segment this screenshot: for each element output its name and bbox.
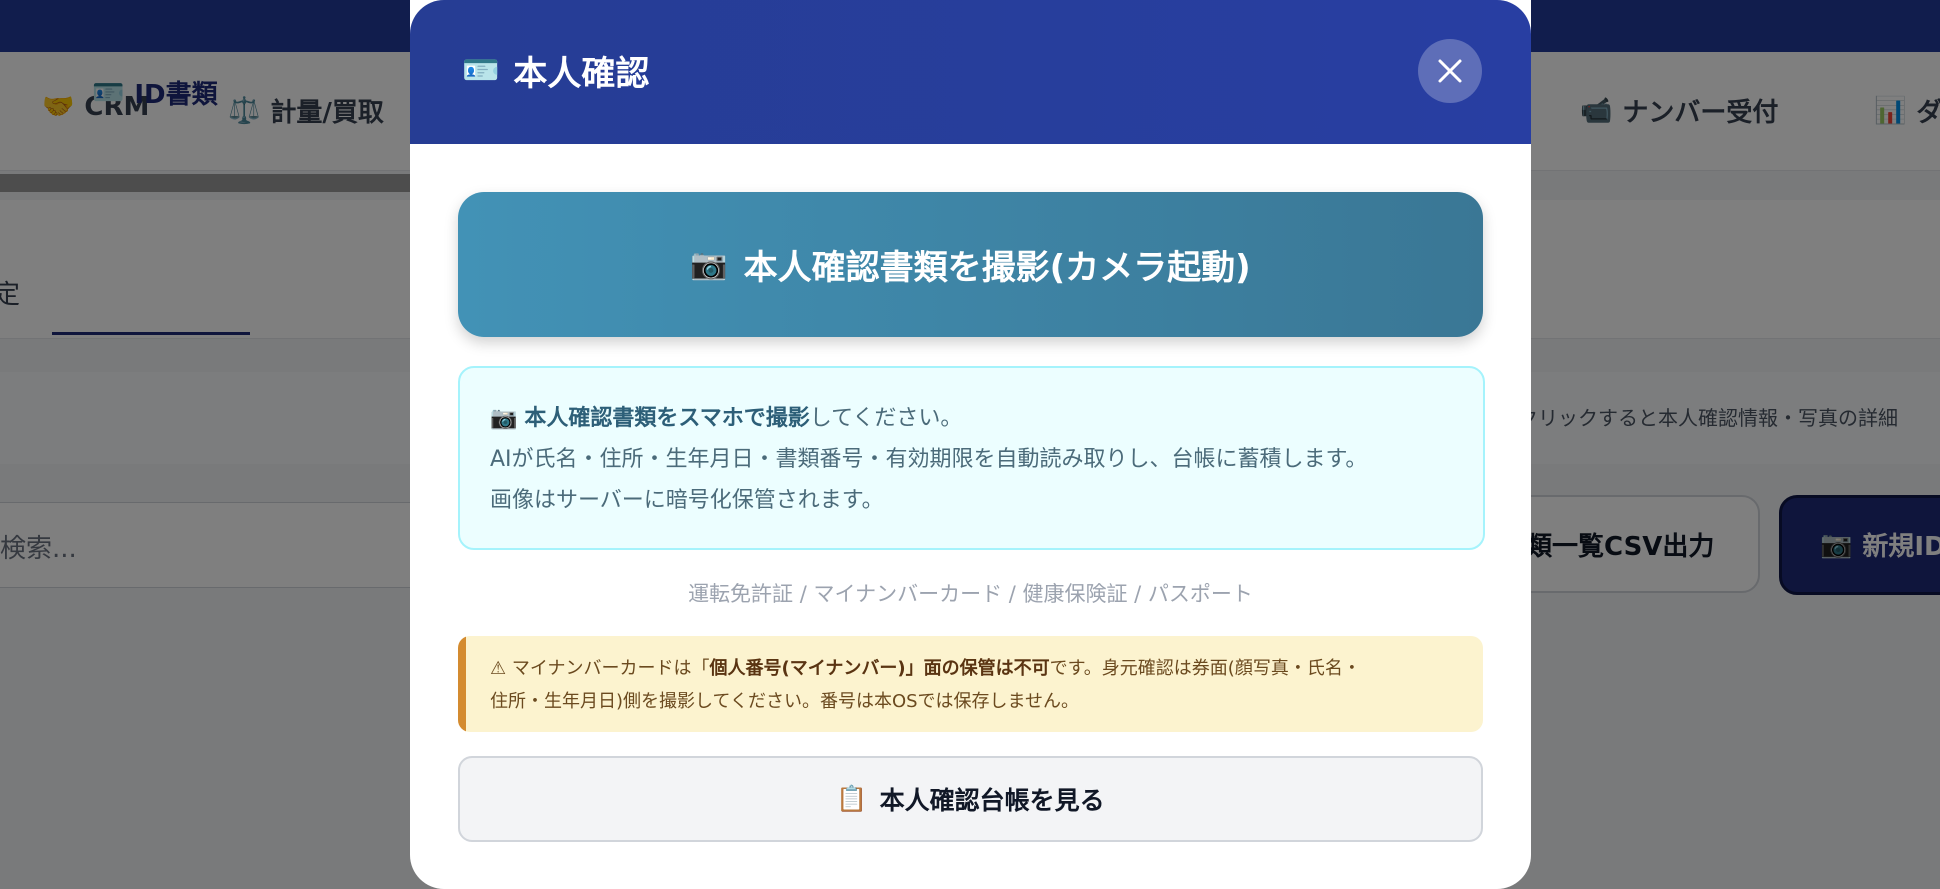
view-ledger-label: 本人確認台帳を見る bbox=[879, 786, 1105, 815]
info-rest: してください。 bbox=[809, 406, 963, 431]
clipboard-icon: 📋 bbox=[836, 784, 868, 813]
info-bold: 本人確認書類をスマホで撮影 bbox=[524, 406, 810, 431]
modal-title: 🪪 本人確認 bbox=[462, 46, 649, 95]
modal-header: 🪪 本人確認 bbox=[410, 0, 1531, 144]
warning-line-1: ⚠ マイナンバーカードは「個人番号(マイナンバー)」面の保管は不可です。身元確認… bbox=[490, 654, 1361, 680]
info-line-2: AIが氏名・住所・生年月日・書類番号・有効期限を自動読み取りし、台帳に蓄積します… bbox=[490, 447, 1368, 472]
identity-verification-modal: 🪪 本人確認 📷 本人確認書類を撮影(カメラ起動) 📷 本人確認書類をスマホで撮… bbox=[410, 0, 1531, 889]
warning-box: ⚠ マイナンバーカードは「個人番号(マイナンバー)」面の保管は不可です。身元確認… bbox=[458, 636, 1483, 732]
camera-icon: 📷 bbox=[690, 247, 728, 282]
warning-icon: ⚠ bbox=[490, 658, 507, 679]
warning-line-2: 住所・生年月日)側を撮影してください。番号は本OSでは保存しません。 bbox=[490, 691, 1079, 712]
camera-capture-button[interactable]: 📷 本人確認書類を撮影(カメラ起動) bbox=[458, 192, 1483, 337]
camera-capture-label: 本人確認書類を撮影(カメラ起動) bbox=[743, 248, 1251, 288]
warning-post: です。身元確認は券面(顔写真・氏名・ bbox=[1049, 658, 1361, 679]
accepted-document-types: 運転免許証 / マイナンバーカード / 健康保険証 / パスポート bbox=[688, 582, 1253, 606]
info-line-3: 画像はサーバーに暗号化保管されます。 bbox=[490, 488, 884, 513]
info-line-1: 📷 本人確認書類をスマホで撮影してください。 bbox=[490, 400, 962, 432]
view-ledger-button[interactable]: 📋 本人確認台帳を見る bbox=[458, 756, 1483, 842]
close-button[interactable] bbox=[1418, 39, 1482, 103]
warning-pre: マイナンバーカードは「 bbox=[511, 658, 710, 679]
modal-title-text: 本人確認 bbox=[513, 54, 650, 94]
camera-icon: 📷 bbox=[490, 406, 518, 431]
close-icon bbox=[1438, 59, 1462, 83]
warning-bold: 個人番号(マイナンバー)」面の保管は不可 bbox=[709, 658, 1050, 679]
id-card-icon: 🪪 bbox=[462, 53, 500, 88]
info-box: 📷 本人確認書類をスマホで撮影してください。 AIが氏名・住所・生年月日・書類番… bbox=[458, 366, 1485, 550]
warning-accent-bar bbox=[458, 636, 466, 732]
